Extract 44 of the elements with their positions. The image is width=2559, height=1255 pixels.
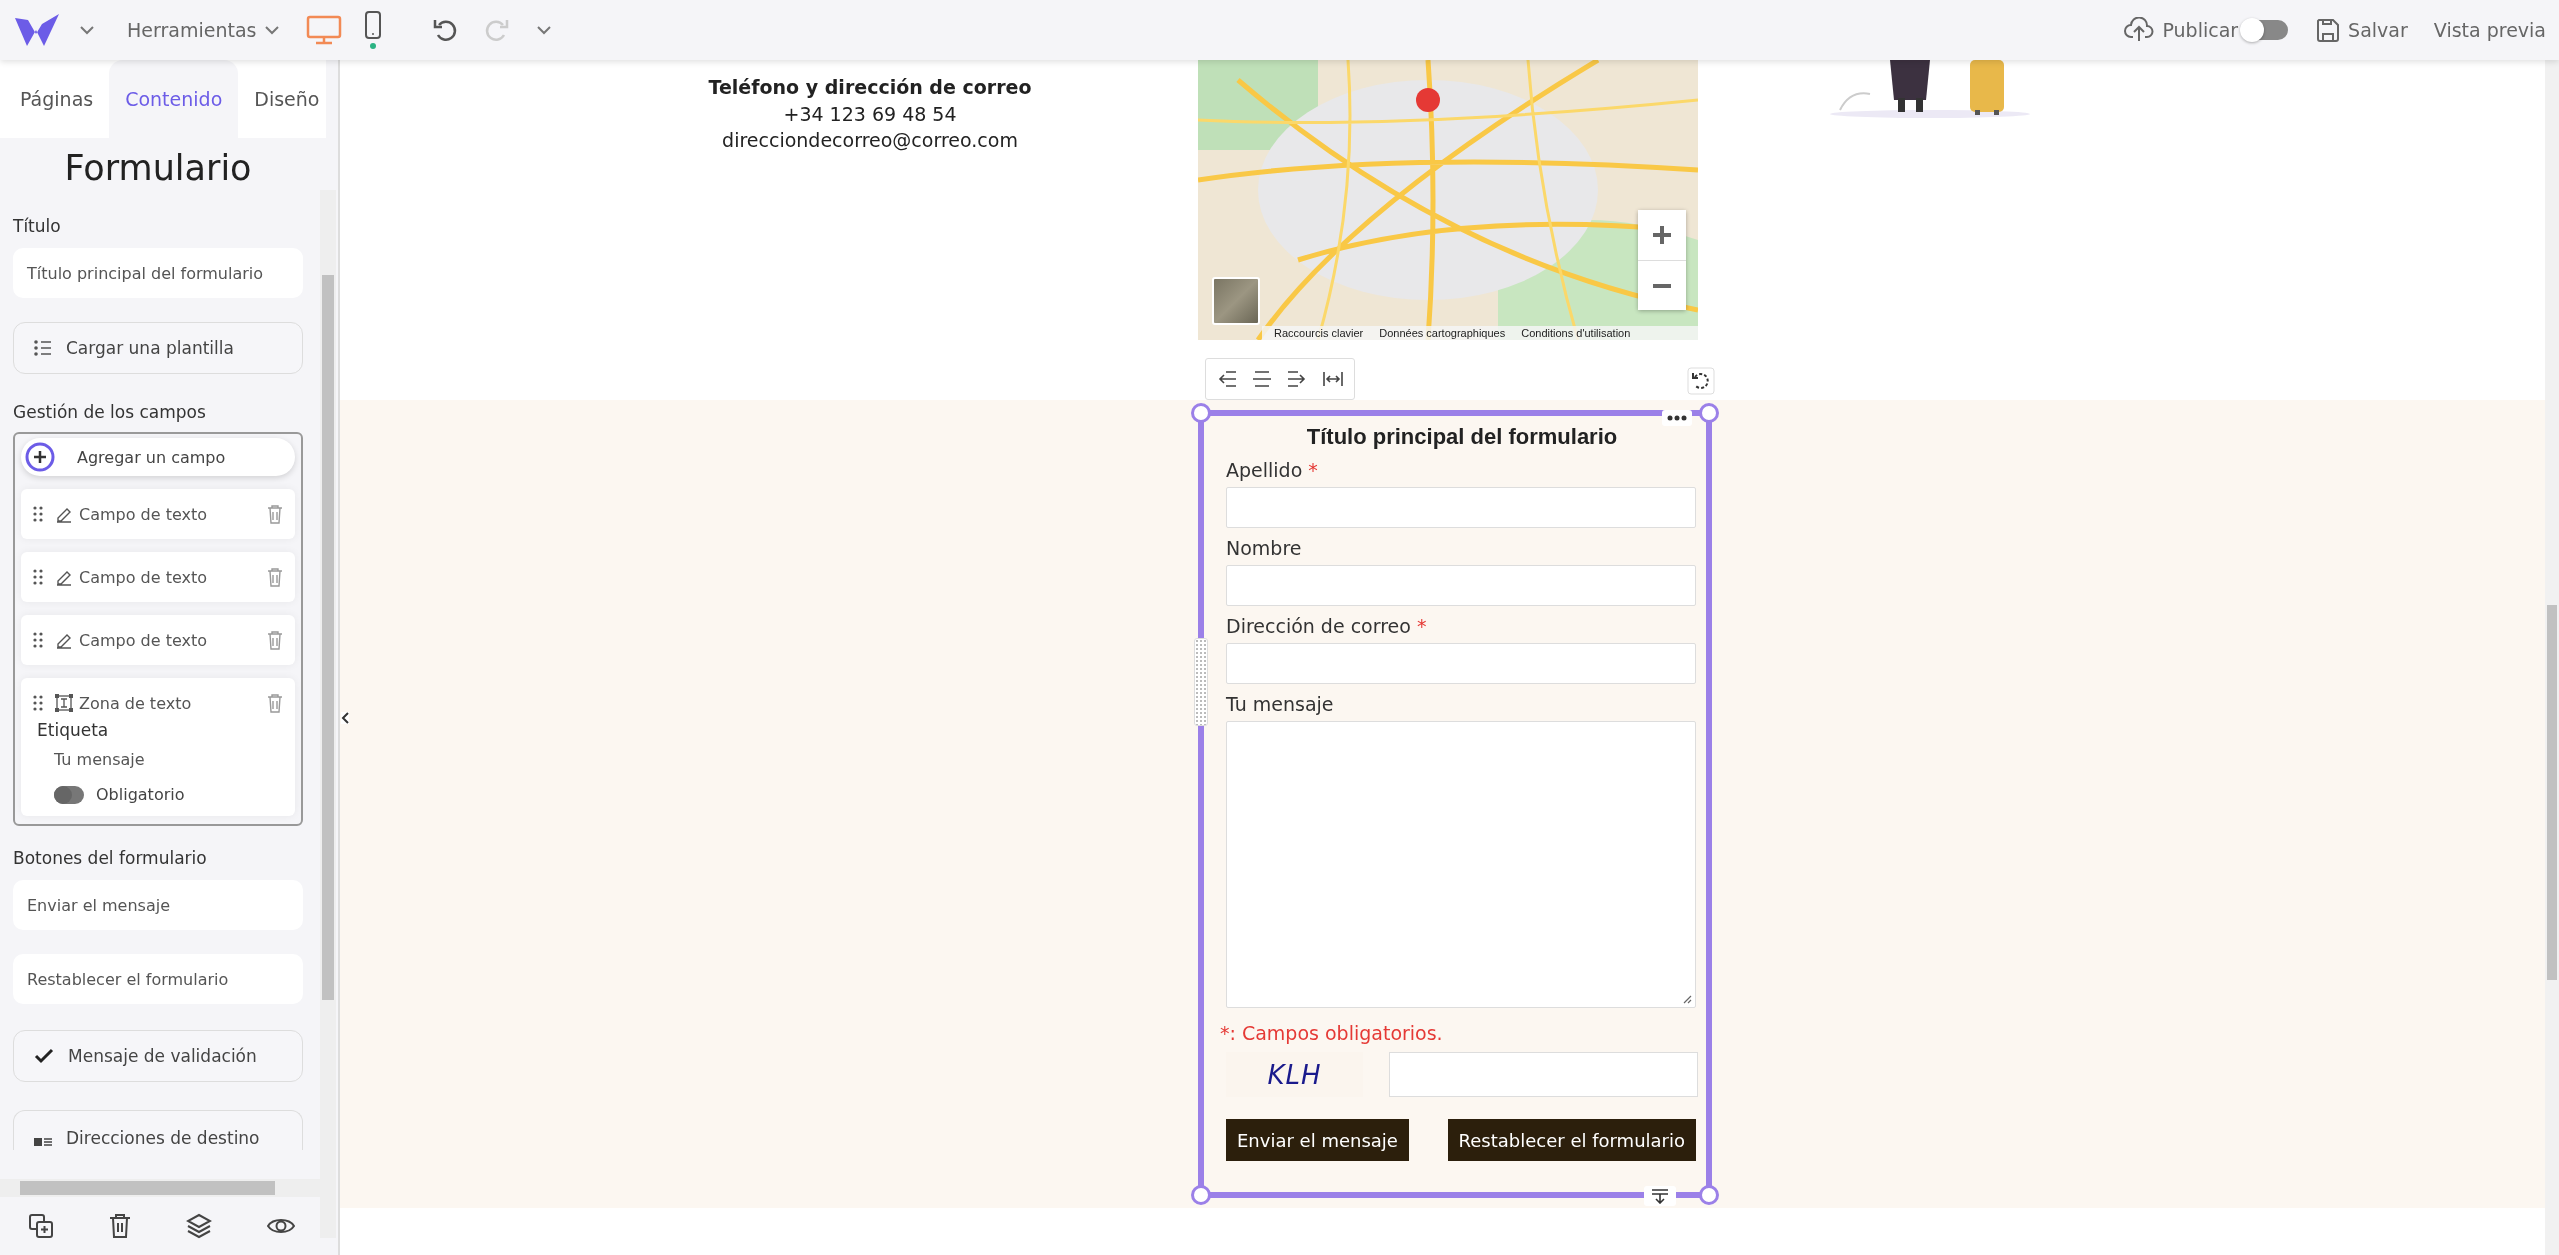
field-type-label: Campo de texto bbox=[79, 630, 209, 650]
required-label: Obligatorio bbox=[96, 785, 185, 804]
submit-label-input[interactable]: Enviar el mensaje bbox=[13, 880, 303, 930]
field-card[interactable]: Campo de texto bbox=[21, 489, 295, 539]
field-label-value[interactable]: Tu mensaje bbox=[37, 750, 283, 769]
field-label: Nombre bbox=[1226, 536, 1303, 560]
section-label: Gestión de los campos bbox=[13, 402, 207, 422]
tab[interactable]: Páginas bbox=[4, 60, 110, 138]
form-title: Título principal del formulario bbox=[1305, 424, 1619, 450]
field-type-label: Campo de texto bbox=[79, 504, 209, 524]
add-field-button[interactable]: Agregar un campo bbox=[21, 438, 295, 476]
submit-button[interactable]: Enviar el mensaje bbox=[1226, 1119, 1409, 1161]
publish-button[interactable]: Publicar bbox=[2124, 17, 2239, 43]
preview-button[interactable]: Vista previa bbox=[2433, 19, 2546, 41]
validation-message-button[interactable]: Mensaje de validación bbox=[13, 1030, 303, 1082]
field-setting-label: Etiqueta bbox=[37, 720, 110, 740]
map-attribution-link[interactable]: Données cartographiques bbox=[1379, 327, 1506, 339]
tab[interactable]: Contenido bbox=[109, 60, 239, 138]
field-card[interactable]: Campo de texto bbox=[21, 552, 295, 602]
title-input[interactable]: Título principal del formulario bbox=[13, 248, 303, 298]
panel-title: Formulario bbox=[63, 148, 253, 188]
field-label: Tu mensaje bbox=[1226, 692, 1335, 716]
tab[interactable]: Diseño bbox=[238, 60, 336, 138]
field-label: Apellido * bbox=[1226, 458, 1319, 482]
contact-heading: Teléfono y dirección de correo bbox=[708, 75, 1032, 100]
email-text: direcciondecorreo@correo.com bbox=[722, 128, 1018, 154]
field-type-label: Campo de texto bbox=[79, 567, 209, 587]
phone-text: +34 123 69 48 54 bbox=[783, 101, 957, 127]
recipients-button[interactable]: Direcciones de destino bbox=[13, 1110, 303, 1150]
field-label: Título bbox=[13, 216, 62, 236]
field-card[interactable]: Zona de texto Etiqueta Tu mensaje Obligatorio bbox=[21, 678, 295, 816]
map-widget[interactable]: Raccourcis clavier Données cartographiques Conditions d'utilisation bbox=[1198, 60, 1698, 340]
reset-button[interactable]: Restablecer el formulario bbox=[1447, 1119, 1696, 1161]
save-button[interactable]: Salvar bbox=[2316, 17, 2408, 43]
reset-label-input[interactable]: Restablecer el formulario bbox=[13, 954, 303, 1004]
map-attribution-link[interactable]: Raccourcis clavier bbox=[1274, 327, 1364, 339]
field-label: Dirección de correo * bbox=[1226, 614, 1428, 638]
section-label: Botones del formulario bbox=[13, 848, 208, 868]
required-note: *: Campos obligatorios. bbox=[1220, 1022, 1444, 1044]
field-type-label: Zona de texto bbox=[79, 693, 193, 713]
tools-menu[interactable]: Herramientas bbox=[127, 19, 281, 41]
load-template-button[interactable]: Cargar una plantilla bbox=[13, 322, 303, 374]
field-card[interactable]: Campo de texto bbox=[21, 615, 295, 665]
map-attribution-link[interactable]: Conditions d'utilisation bbox=[1521, 327, 1631, 339]
